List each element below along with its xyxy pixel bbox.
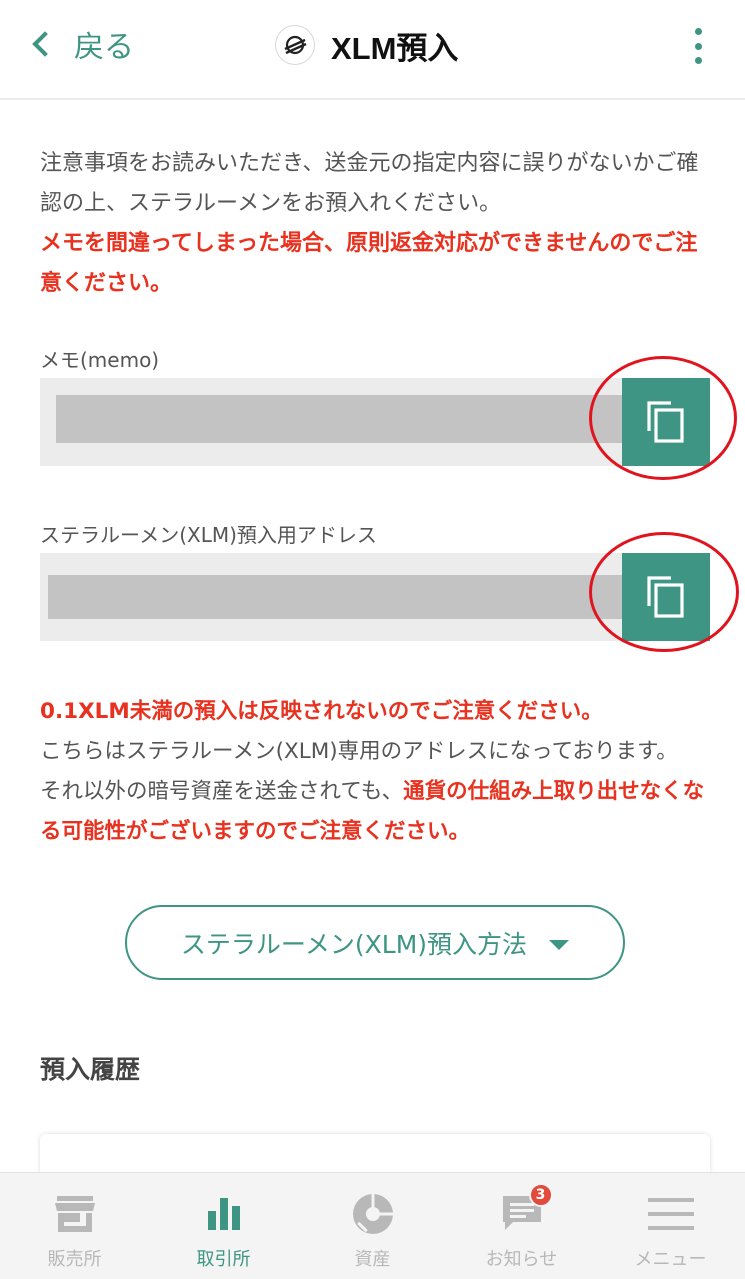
tab-exchange[interactable]: 取引所 (149, 1173, 298, 1279)
address-label: ステラルーメン(XLM)預入用アドレス (40, 523, 377, 547)
chat-bubble-icon: 3 (497, 1183, 553, 1237)
page-title: XLM預入 (331, 30, 459, 66)
copy-icon (647, 401, 684, 443)
memo-value-masked (56, 395, 628, 443)
deposit-history-title: 預入履歴 (40, 1055, 141, 1084)
store-icon (50, 1191, 100, 1237)
deposit-method-label: ステラルーメン(XLM)預入方法 (180, 929, 528, 959)
kebab-menu-icon[interactable] (686, 28, 710, 64)
tab-store[interactable]: 販売所 (0, 1173, 149, 1279)
stellar-icon (275, 25, 315, 65)
tab-label: メニュー (634, 1249, 707, 1270)
hamburger-menu-icon (646, 1191, 696, 1237)
tab-menu[interactable]: メニュー (596, 1173, 745, 1279)
bottom-tab-bar: 販売所 取引所 資産 3 お知らせ メニュー (0, 1172, 745, 1279)
memo-warning: メモを間違ってしまった場合、原則返金対応ができませんのでご注意ください。 (40, 231, 698, 296)
address-field[interactable] (40, 553, 710, 641)
notification-badge: 3 (528, 1183, 553, 1207)
notes-line-1: こちらはステラルーメン(XLM)専用のアドレスになっております。 (40, 739, 678, 764)
tab-assets[interactable]: 資産 (298, 1173, 447, 1279)
tab-label: 資産 (354, 1249, 391, 1270)
bar-chart-icon (199, 1191, 249, 1237)
deposit-method-button[interactable]: ステラルーメン(XLM)預入方法 (125, 905, 625, 980)
back-button[interactable]: 戻る (28, 22, 134, 66)
tab-notifications[interactable]: 3 お知らせ (447, 1173, 596, 1279)
tab-label: 販売所 (47, 1249, 102, 1270)
tab-label: 取引所 (196, 1249, 251, 1270)
back-label: 戻る (74, 30, 134, 65)
intro-text: 注意事項をお読みいただき、送金元の指定内容に誤りがないかご確認の上、ステラルーメ… (40, 151, 699, 216)
copy-address-button[interactable] (622, 553, 710, 641)
triangle-down-icon (549, 939, 570, 950)
memo-field[interactable] (40, 378, 710, 466)
notes-line-2-text: それ以外の暗号資産を送金されても、 (40, 779, 404, 804)
min-deposit-warning: 0.1XLM未満の預入は反映されないのでご注意ください。 (40, 699, 603, 724)
copy-icon (647, 576, 684, 618)
address-value-masked (48, 575, 628, 619)
notes-block: 0.1XLM未満の預入は反映されないのでご注意ください。 こちらはステラルーメン… (40, 692, 720, 852)
chevron-left-icon (32, 31, 58, 57)
notes-line-2: それ以外の暗号資産を送金されても、通貨の仕組み上取り出せなくなる可能性がございま… (40, 772, 720, 852)
pie-chart-icon (348, 1191, 398, 1237)
app-header: 戻る XLM預入 (0, 0, 745, 100)
page-title-group: XLM預入 (275, 24, 458, 66)
copy-memo-button[interactable] (622, 378, 710, 466)
intro-text-block: 注意事項をお読みいただき、送金元の指定内容に誤りがないかご確認の上、ステラルーメ… (40, 144, 710, 304)
memo-label: メモ(memo) (40, 348, 160, 372)
tab-label: お知らせ (485, 1249, 558, 1270)
